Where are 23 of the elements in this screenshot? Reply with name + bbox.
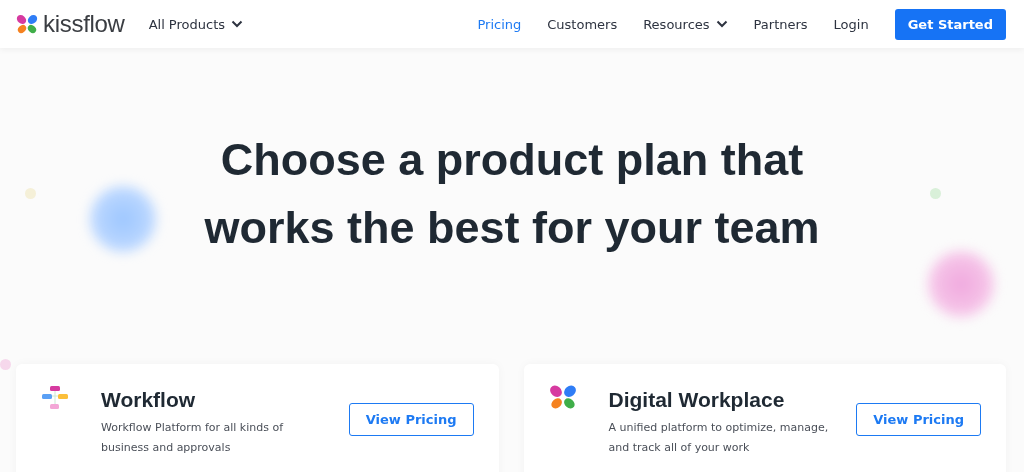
butterfly-icon — [16, 14, 38, 34]
nav-link[interactable]: Pricing — [477, 16, 522, 32]
product-name: Workflow — [101, 388, 197, 412]
nav-link[interactable]: Resources — [643, 16, 728, 32]
nav-link[interactable]: Customers — [547, 16, 618, 32]
product-name: Digital Workplace — [608, 388, 786, 412]
kissflow-logo[interactable]: kissflow — [16, 10, 125, 38]
view-pricing-button[interactable]: View Pricing — [348, 403, 474, 436]
decorative-blob — [928, 251, 994, 317]
hero-title: Choose a product plan that works the best for your team — [203, 133, 821, 255]
all-products-menu[interactable]: All Products — [148, 16, 243, 32]
product-description: Workflow Platform for all kinds of business and approvals — [101, 420, 285, 456]
decorative-blob — [90, 186, 156, 252]
butterfly-icon — [548, 384, 577, 410]
decorative-dot — [25, 188, 36, 199]
nav-link[interactable]: Partners — [753, 16, 808, 32]
decorative-dot — [0, 359, 11, 370]
view-pricing-button[interactable]: View Pricing — [856, 403, 981, 436]
product-description: A unified platform to optimize, manage, and track all of your work — [608, 420, 830, 456]
nav-link[interactable]: Login — [833, 16, 869, 32]
decorative-dot — [930, 188, 941, 199]
flowchart-icon — [41, 384, 69, 412]
get-started-button[interactable]: Get Started — [894, 8, 1006, 40]
